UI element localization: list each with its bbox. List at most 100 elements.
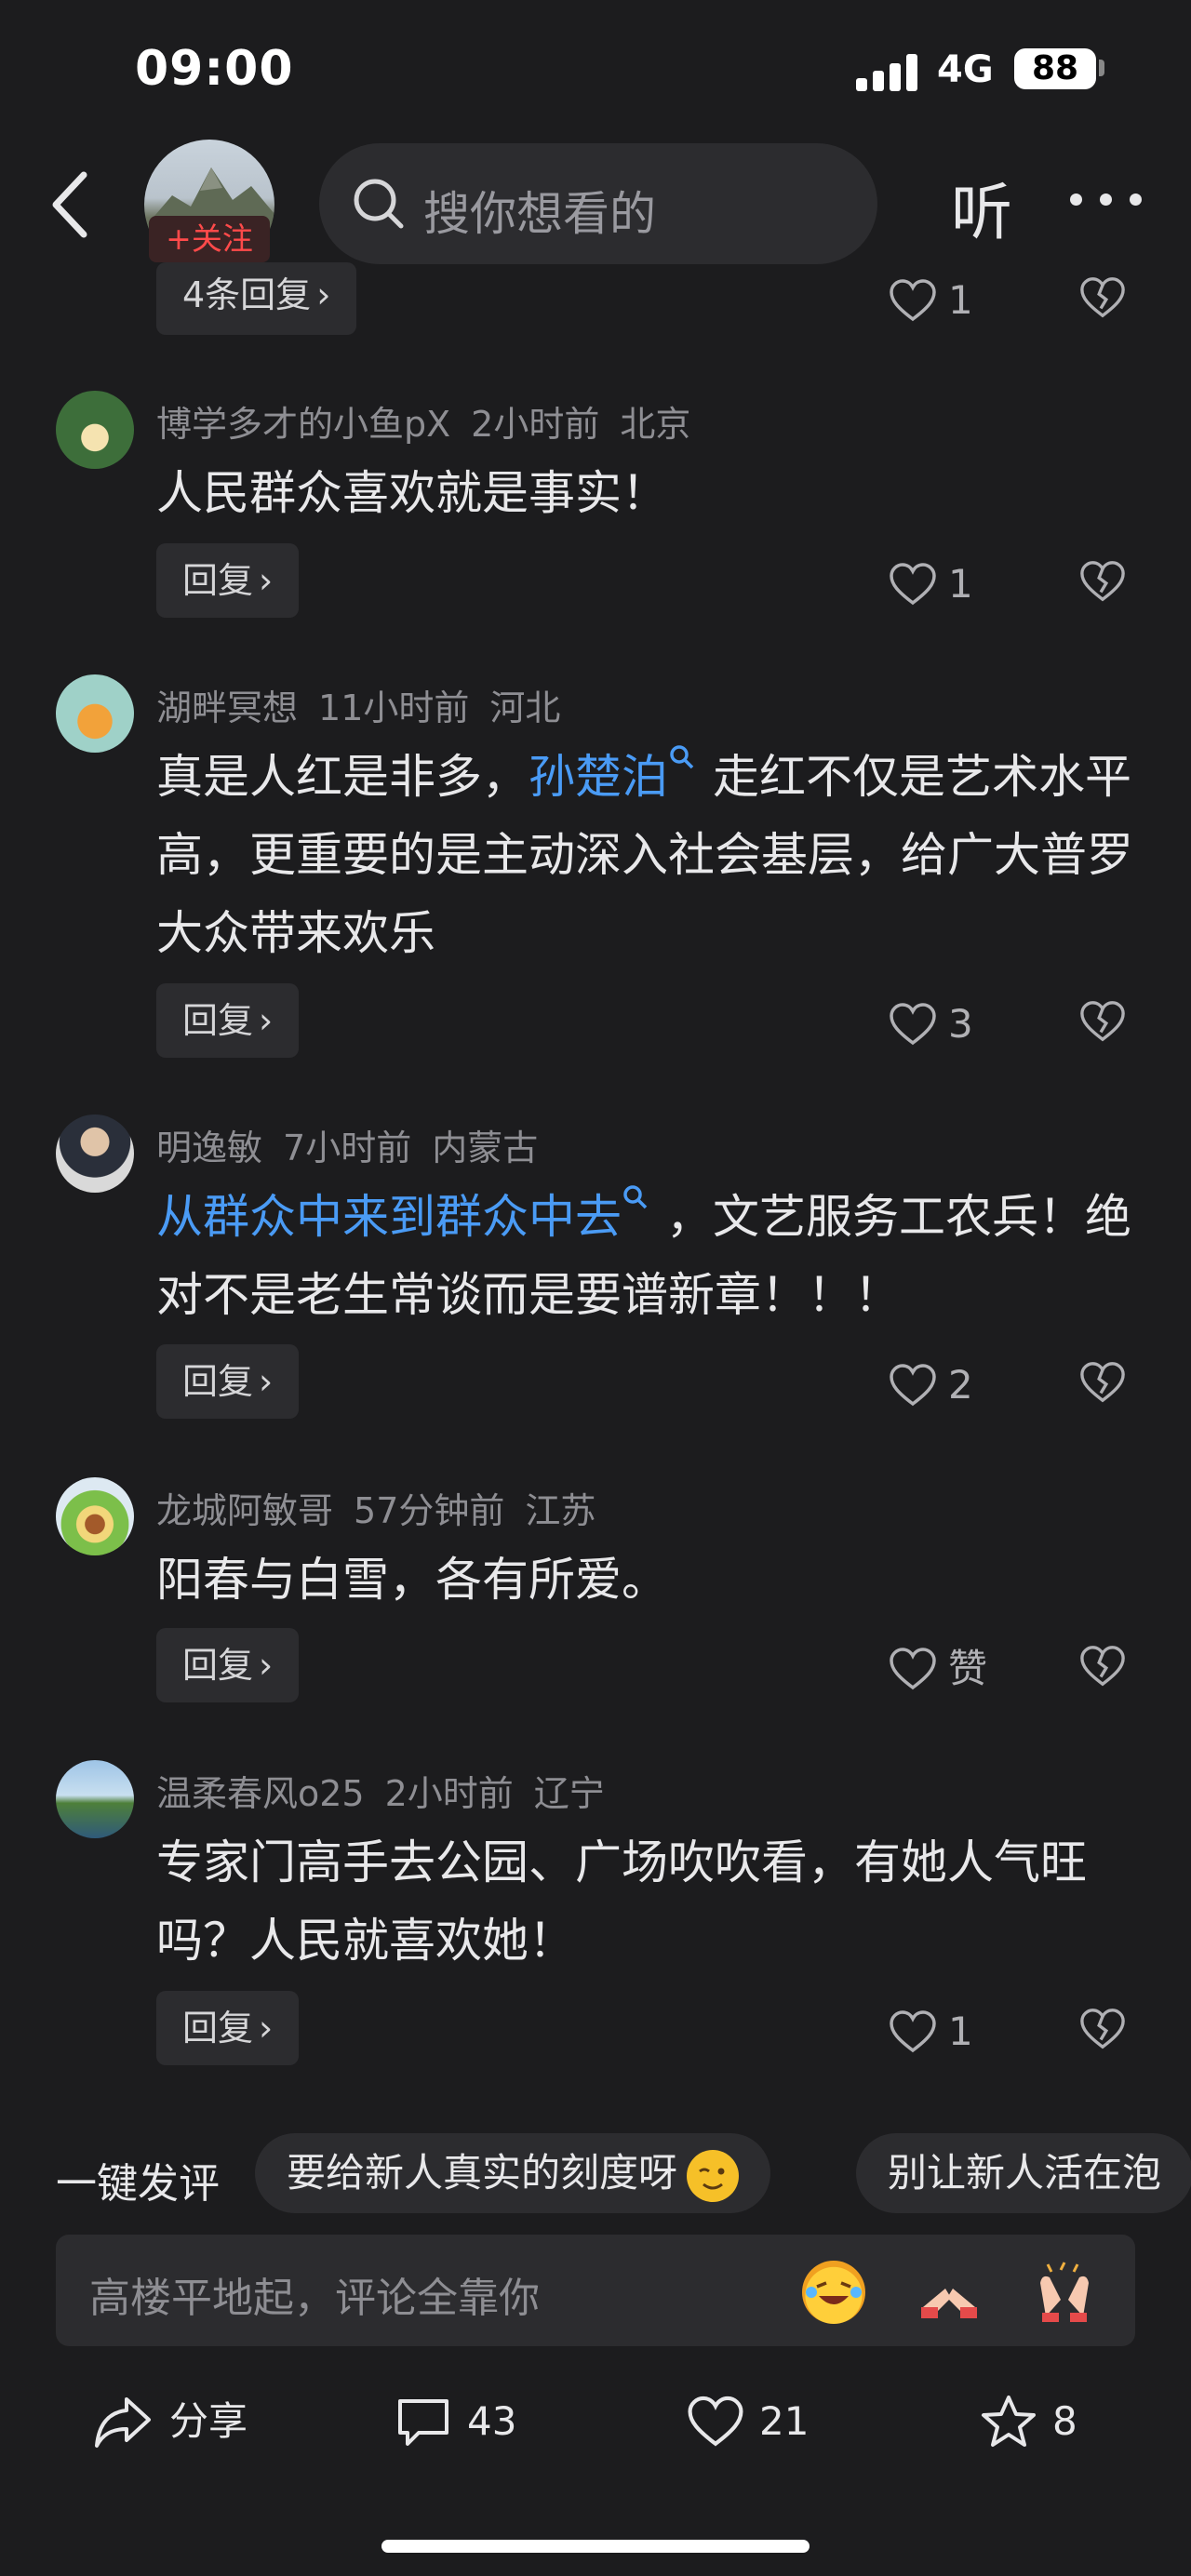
quick-comment-text: 要给新人真实的刻度呀: [287, 2150, 678, 2196]
chevron-right-icon: ›: [316, 274, 331, 315]
username[interactable]: 湖畔冥想: [156, 687, 298, 728]
search-icon: [623, 1185, 648, 1209]
comment-text-part: 真是人红是非多，: [156, 750, 529, 804]
username[interactable]: 明逸敏: [156, 1128, 262, 1168]
heart-icon: [688, 2396, 743, 2446]
reply-label: 回复: [182, 560, 254, 601]
like-count: 赞: [948, 1645, 988, 1691]
quick-comment-chip[interactable]: 要给新人真实的刻度呀: [255, 2133, 771, 2213]
avatar[interactable]: [56, 1477, 134, 1555]
comment-placeholder: 高楼平地起，评论全靠你: [89, 2275, 540, 2322]
like-button[interactable]: 1: [889, 270, 973, 326]
chevron-right-icon: ›: [259, 2008, 274, 2049]
chevron-right-icon: ›: [259, 1000, 274, 1041]
home-indicator[interactable]: [381, 2540, 810, 2553]
bottom-action-bar: 分享 43 21 8: [0, 2382, 1191, 2475]
dislike-icon[interactable]: [1079, 558, 1126, 605]
like-count: 3: [948, 1000, 973, 1047]
timestamp: 2小时前: [471, 404, 600, 445]
search-placeholder: 搜你想看的: [423, 187, 656, 241]
follow-button[interactable]: +关注: [149, 216, 270, 262]
reply-button[interactable]: 回复 ›: [156, 983, 300, 1058]
like-button[interactable]: 1: [889, 554, 973, 609]
like-button[interactable]: 3: [889, 994, 973, 1049]
status-bar: 09:00 4G 88: [0, 0, 1191, 130]
reply-button[interactable]: 回复 ›: [156, 1628, 300, 1702]
wink-emoji-icon: [687, 2149, 740, 2202]
quick-comment-label: 一键发评: [56, 2160, 220, 2208]
battery-tip: [1099, 60, 1104, 76]
comment-text: 从群众中来到群众中去 ，文艺服务工农兵！绝对不是老生常谈而是要谱新章！！！: [156, 1178, 1133, 1334]
dislike-icon[interactable]: [1079, 2006, 1126, 2052]
reply-button[interactable]: 回复 ›: [156, 1344, 300, 1419]
listen-button[interactable]: 听: [951, 163, 1012, 252]
avatar[interactable]: [56, 674, 134, 753]
view-replies-button[interactable]: 4条回复 ›: [156, 262, 357, 335]
signal-icon: [856, 54, 921, 91]
comment-meta: 博学多才的小鱼pX 2小时前 北京: [156, 395, 690, 447]
heart-icon: [890, 562, 936, 605]
more-icon[interactable]: [1070, 194, 1144, 212]
username[interactable]: 博学多才的小鱼pX: [156, 404, 450, 445]
favorite-button[interactable]: 8: [980, 2382, 1077, 2456]
quick-comment-bar: 一键发评 要给新人真实的刻度呀 别让新人活在泡: [0, 2133, 1191, 2217]
comment-meta: 龙城阿敏哥 57分钟前 江苏: [156, 1482, 596, 1533]
favorites-count: 8: [1052, 2397, 1077, 2444]
reply-button[interactable]: 回复 ›: [156, 1991, 300, 2065]
quick-comment-chip[interactable]: 别让新人活在泡: [856, 2133, 1191, 2213]
comment-text: 人民群众喜欢就是事实！: [156, 466, 668, 520]
like-button[interactable]: 赞: [889, 1638, 987, 1694]
heart-icon: [890, 1363, 936, 1406]
comment-input[interactable]: 高楼平地起，评论全靠你: [56, 2235, 1135, 2346]
reply-button[interactable]: 回复 ›: [156, 543, 300, 618]
avatar[interactable]: [56, 391, 134, 469]
quick-comment-text: 别让新人活在泡: [888, 2150, 1162, 2196]
likes-count: 21: [759, 2397, 810, 2444]
chevron-right-icon: ›: [259, 1361, 274, 1402]
search-icon: [670, 745, 694, 769]
clapping-hands-emoji-icon[interactable]: [1033, 2261, 1096, 2324]
comments-count: 43: [467, 2397, 517, 2444]
star-icon: [982, 2395, 1036, 2447]
like-count: 1: [948, 560, 973, 607]
comment-text: 真是人红是非多，孙楚泊 走红不仅是艺术水平高，更重要的是主动深入社会基层，给广大普…: [156, 738, 1133, 972]
dislike-icon[interactable]: [1079, 998, 1126, 1045]
topic-link[interactable]: 孙楚泊: [529, 750, 668, 804]
comment-meta: 温柔春风o25 2小时前 辽宁: [156, 1765, 605, 1816]
reply-label: 回复: [182, 1000, 254, 1041]
heart-icon: [890, 278, 936, 321]
heart-icon: [890, 1002, 936, 1045]
like-count: 2: [948, 1361, 973, 1408]
username[interactable]: 温柔春风o25: [156, 1773, 365, 1814]
comment-text: 专家门高手去公园、广场吹吹看，有她人气旺吗？人民就喜欢她！: [156, 1835, 1087, 1968]
comments-button[interactable]: 43: [395, 2382, 516, 2456]
chevron-right-icon: ›: [259, 560, 274, 601]
avatar[interactable]: [56, 1760, 134, 1838]
location: 辽宁: [533, 1773, 605, 1814]
topic-link[interactable]: 从群众中来到群众中去: [156, 1190, 622, 1244]
dislike-icon[interactable]: [1079, 1643, 1126, 1689]
username[interactable]: 龙城阿敏哥: [156, 1490, 333, 1531]
like-post-button[interactable]: 21: [687, 2382, 809, 2456]
comment-meta: 湖畔冥想 11小时前 河北: [156, 679, 560, 730]
dislike-icon[interactable]: [1079, 1359, 1126, 1406]
reply-label: 回复: [182, 1645, 254, 1686]
location: 北京: [620, 404, 691, 445]
share-label: 分享: [169, 2397, 248, 2444]
search-input[interactable]: 搜你想看的: [319, 143, 877, 264]
timestamp: 11小时前: [318, 687, 470, 728]
search-icon: [349, 174, 408, 234]
like-count: 1: [948, 2008, 973, 2054]
comment-text: 阳春与白雪，各有所爱。: [156, 1553, 668, 1607]
like-button[interactable]: 2: [889, 1355, 973, 1410]
timestamp: 7小时前: [283, 1128, 412, 1168]
timestamp: 2小时前: [384, 1773, 514, 1814]
pointing-hands-emoji-icon[interactable]: [917, 2261, 981, 2324]
laughing-crying-emoji-icon[interactable]: [802, 2261, 865, 2324]
share-icon: [95, 2396, 151, 2448]
back-icon[interactable]: [45, 167, 100, 242]
avatar[interactable]: [56, 1114, 134, 1193]
like-button[interactable]: 1: [889, 2001, 973, 2057]
dislike-icon[interactable]: [1079, 274, 1126, 321]
share-button[interactable]: 分享: [93, 2382, 248, 2456]
